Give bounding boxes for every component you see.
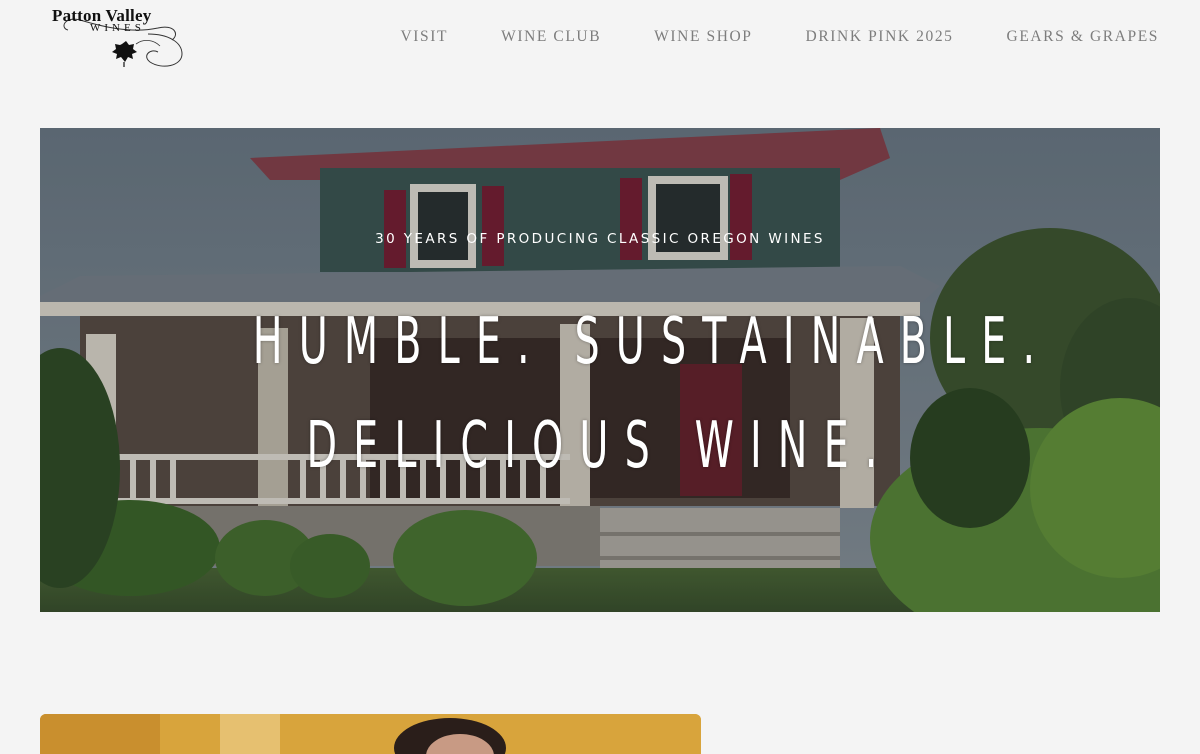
feature-image-card <box>40 714 701 754</box>
feature-photo <box>40 714 701 754</box>
nav-item-visit[interactable]: VISIT <box>400 28 448 46</box>
site-header: Patton Valley WINES VISIT WINE CLUB WINE… <box>0 0 1200 80</box>
brand-logo[interactable]: Patton Valley WINES <box>50 4 202 74</box>
nav-item-wine-club[interactable]: WINE CLUB <box>501 28 601 46</box>
main-nav: VISIT WINE CLUB WINE SHOP DRINK PINK 202… <box>400 28 1159 46</box>
hero-headline-line-1: HUMBLE. SUSTAINABLE. <box>252 305 1052 379</box>
brand-sub: WINES <box>90 22 145 34</box>
nav-item-wine-shop[interactable]: WINE SHOP <box>654 28 752 46</box>
hero-headline-line-2: DELICIOUS WINE. <box>306 409 894 483</box>
hero-banner: 30 YEARS OF PRODUCING CLASSIC OREGON WIN… <box>40 128 1160 612</box>
hero-tagline: 30 YEARS OF PRODUCING CLASSIC OREGON WIN… <box>375 231 825 247</box>
nav-item-drink-pink[interactable]: DRINK PINK 2025 <box>806 28 954 46</box>
hero-headline: HUMBLE. SUSTAINABLE. DELICIOUS WINE. <box>40 290 1160 498</box>
nav-item-gears-grapes[interactable]: GEARS & GRAPES <box>1007 28 1159 46</box>
